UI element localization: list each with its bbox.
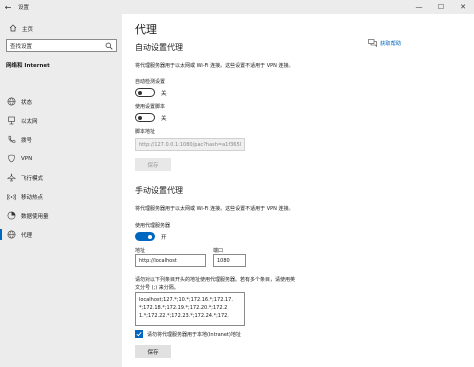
search-icon[interactable] <box>105 42 113 50</box>
sidebar-item-vpn[interactable]: VPN <box>0 150 122 167</box>
exceptions-textarea[interactable]: localhost;127.*;10.*;172.16.*;172.17. *;… <box>136 293 244 325</box>
manual-proxy-description: 将代理服务器用于以太网或 Wi-Fi 连接。这些设置不适用于 VPN 连接。 <box>135 206 294 212</box>
selection-indicator <box>0 229 2 240</box>
close-button[interactable]: ✕ <box>452 0 474 14</box>
get-help-label: 获取帮助 <box>380 41 402 47</box>
exceptions-description-line1: 请勿对以下列条目开头的地址使用代理服务器。若有多个条目，请使用英 <box>135 277 296 283</box>
sidebar-item-proxy[interactable]: 代理 <box>0 226 122 243</box>
sidebar-item-airplane-mode[interactable]: 飞行模式 <box>0 169 122 186</box>
get-help-link[interactable]: 获取帮助 <box>368 39 402 48</box>
use-proxy-state: 开 <box>161 234 167 241</box>
local-bypass-label: 请勿将代理服务器用于本地(Intranet)地址 <box>147 331 241 338</box>
sidebar-item-label: 状态 <box>21 99 33 106</box>
sidebar-item-label: 移动热点 <box>21 194 44 201</box>
address-field[interactable] <box>135 254 206 267</box>
setup-script-state: 关 <box>161 115 167 122</box>
port-field[interactable] <box>213 254 246 267</box>
sidebar-item-label: 飞行模式 <box>21 175 44 182</box>
local-bypass-checkbox[interactable] <box>135 330 143 338</box>
use-proxy-toggle[interactable] <box>135 232 155 241</box>
port-label: 端口 <box>213 248 224 254</box>
page-title: 代理 <box>135 23 157 36</box>
globe-icon <box>7 97 16 106</box>
setup-script-toggle-row[interactable]: 关 <box>135 113 167 122</box>
setup-script-toggle[interactable] <box>135 113 155 122</box>
chat-help-icon <box>368 39 377 48</box>
maximize-button[interactable]: ☐ <box>430 0 452 14</box>
sidebar-item-label: 数据使用量 <box>21 213 49 220</box>
sidebar-item-status[interactable]: 状态 <box>0 93 122 110</box>
auto-proxy-heading: 自动设置代理 <box>135 43 183 52</box>
airplane-icon <box>7 173 16 182</box>
checkmark-icon <box>136 332 142 337</box>
dialup-phone-icon <box>7 135 16 144</box>
auto-proxy-description: 将代理服务器用于以太网或 Wi-Fi 连接。这些设置不适用于 VPN 连接。 <box>135 63 294 69</box>
script-address-label: 脚本地址 <box>135 129 156 135</box>
home-icon <box>9 24 17 34</box>
script-address-field[interactable] <box>135 138 245 151</box>
sidebar: 主页 网络和 Internet 状态 以太网 拨号 VPN <box>0 14 122 367</box>
auto-save-button[interactable]: 保存 <box>135 158 171 171</box>
auto-detect-label: 自动检测设置 <box>135 79 166 85</box>
title-bar: ← 设置 — ☐ ✕ <box>0 0 474 14</box>
ethernet-icon <box>7 116 16 125</box>
hotspot-icon <box>7 192 16 201</box>
search-box[interactable] <box>6 39 117 52</box>
exceptions-field[interactable]: localhost;127.*;10.*;172.16.*;172.17. *;… <box>135 292 245 326</box>
port-input[interactable] <box>214 255 245 266</box>
main-content: 代理 获取帮助 自动设置代理 将代理服务器用于以太网或 Wi-Fi 连接。这些设… <box>122 14 474 367</box>
proxy-globe-icon <box>7 230 16 239</box>
sidebar-item-ethernet[interactable]: 以太网 <box>0 112 122 129</box>
address-input[interactable] <box>136 255 205 266</box>
sidebar-item-home[interactable]: 主页 <box>0 22 122 36</box>
sidebar-item-label: 代理 <box>21 232 33 239</box>
sidebar-item-label: 以太网 <box>21 118 38 125</box>
sidebar-section-title: 网络和 Internet <box>6 63 50 69</box>
data-usage-icon <box>7 211 16 220</box>
setup-script-label: 使用设置脚本 <box>135 104 166 110</box>
sidebar-item-mobile-hotspot[interactable]: 移动热点 <box>0 188 122 205</box>
search-input[interactable] <box>10 41 102 50</box>
window-title: 设置 <box>18 5 30 11</box>
auto-detect-toggle[interactable] <box>135 88 155 97</box>
auto-detect-toggle-row[interactable]: 关 <box>135 88 167 97</box>
manual-save-button[interactable]: 保存 <box>135 345 171 358</box>
sidebar-item-label: VPN <box>21 155 33 162</box>
home-label: 主页 <box>22 27 34 33</box>
vpn-icon <box>7 154 16 163</box>
use-proxy-label: 使用代理服务器 <box>135 223 171 229</box>
address-label: 地址 <box>135 248 146 254</box>
manual-proxy-heading: 手动设置代理 <box>135 186 183 195</box>
back-arrow-icon[interactable]: ← <box>3 2 13 12</box>
sidebar-item-label: 拨号 <box>21 137 33 144</box>
use-proxy-toggle-row[interactable]: 开 <box>135 232 167 241</box>
script-address-input[interactable] <box>136 139 244 150</box>
sidebar-item-dialup[interactable]: 拨号 <box>0 131 122 148</box>
minimize-button[interactable]: — <box>408 0 430 14</box>
exceptions-description-line2: 文分号 (;) 来分隔。 <box>135 285 179 291</box>
sidebar-item-data-usage[interactable]: 数据使用量 <box>0 207 122 224</box>
auto-detect-state: 关 <box>161 90 167 97</box>
local-bypass-row[interactable]: 请勿将代理服务器用于本地(Intranet)地址 <box>135 330 241 338</box>
